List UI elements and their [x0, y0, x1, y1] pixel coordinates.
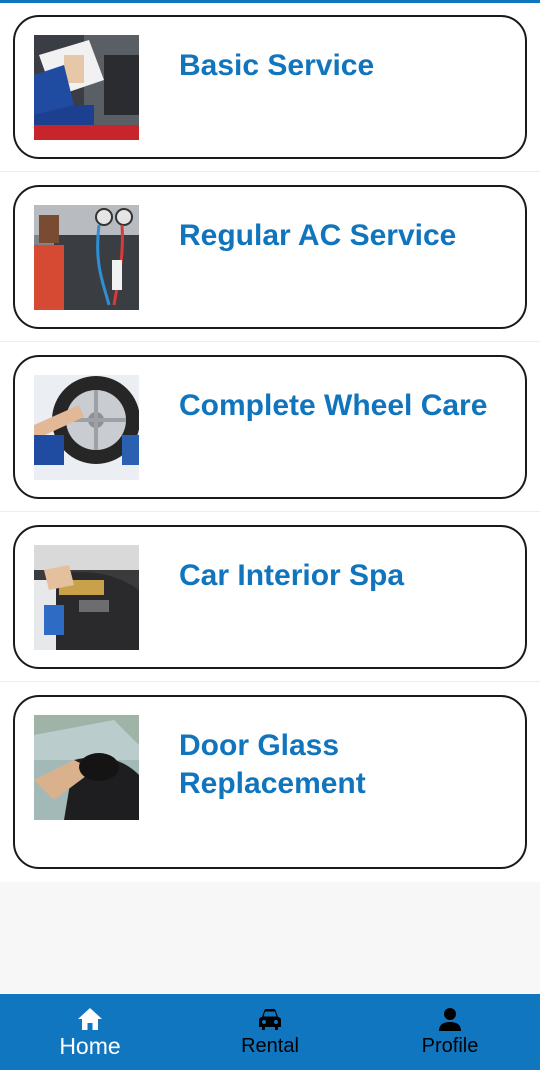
service-image-glass	[34, 715, 139, 820]
service-title: Basic Service	[179, 49, 375, 82]
divider	[0, 341, 540, 342]
wheel-care-photo	[34, 375, 139, 480]
service-card-wheel[interactable]: Complete Wheel Care	[13, 355, 527, 499]
nav-rental[interactable]: Rental	[180, 994, 360, 1070]
app-screen: Basic Service Regular AC Service Complet…	[0, 0, 540, 1070]
person-icon	[439, 1008, 461, 1031]
service-list[interactable]: Basic Service Regular AC Service Complet…	[0, 3, 540, 882]
nav-home[interactable]: Home	[0, 994, 180, 1070]
divider	[0, 511, 540, 512]
service-title: Complete Wheel Care	[179, 389, 488, 422]
ac-service-photo	[34, 205, 139, 310]
service-image-interior	[34, 545, 139, 650]
nav-profile[interactable]: Profile	[360, 994, 540, 1070]
service-image-basic	[34, 35, 139, 140]
service-image-ac	[34, 205, 139, 310]
car-icon	[259, 1009, 281, 1030]
service-title: Car Interior Spa	[179, 559, 405, 592]
home-icon	[78, 1008, 102, 1030]
nav-label-rental: Rental	[241, 1035, 299, 1057]
nav-label-profile: Profile	[421, 1035, 479, 1057]
divider	[0, 681, 540, 682]
interior-cleaning-photo	[34, 545, 139, 650]
bottom-navigation: Home Rental Profile	[0, 994, 540, 1070]
service-card-glass[interactable]: Door Glass Replacement	[13, 695, 527, 869]
service-title: Regular AC Service	[179, 219, 457, 252]
service-card-basic[interactable]: Basic Service	[13, 15, 527, 159]
service-card-ac[interactable]: Regular AC Service	[13, 185, 527, 329]
mechanic-clipboard-photo	[34, 35, 139, 140]
door-glass-photo	[34, 715, 139, 820]
divider	[0, 171, 540, 172]
service-card-interior[interactable]: Car Interior Spa	[13, 525, 527, 669]
service-title: Door Glass Replacement	[179, 729, 366, 800]
nav-label-home: Home	[59, 1033, 121, 1059]
service-image-wheel	[34, 375, 139, 480]
